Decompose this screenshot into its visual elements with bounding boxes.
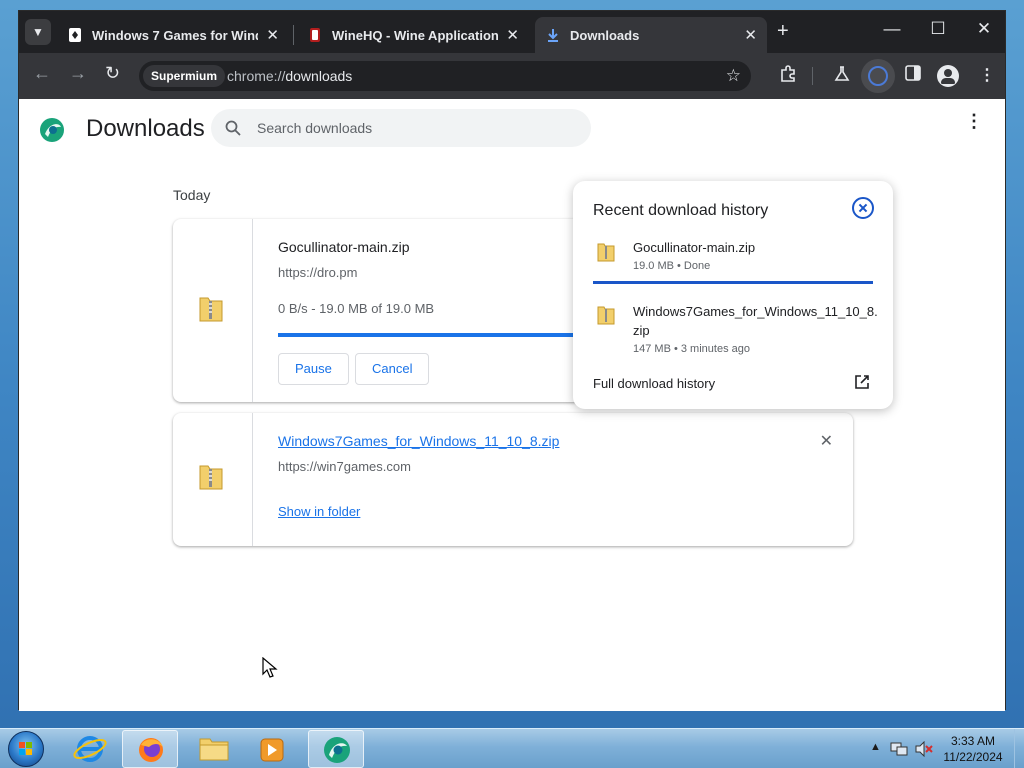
tab-windows7games[interactable]: Windows 7 Games for Windows 11 ✕ [57,17,289,53]
browser-toolbar: ← → ↻ Supermium chrome://downloads ☆ ⋮ [19,53,1005,99]
maximize-button[interactable]: ☐ [915,19,961,39]
zip-folder-icon [597,306,615,325]
zip-folder-icon [199,465,223,490]
card-icon-column [173,413,253,546]
zip-folder-icon [199,297,223,322]
clock-time: 3:33 AM [950,734,996,748]
forward-arrow-icon[interactable]: → [69,63,87,84]
taskbar-clock[interactable]: 3:33 AM 11/22/2024 [938,733,1008,765]
tab-label: Windows 7 Games for Windows 11 [92,27,258,43]
clock-date: 11/22/2024 [943,750,1003,764]
taskbar-internet-explorer[interactable] [62,730,118,768]
tab-divider [293,25,294,45]
download-source-url: https://win7games.com [278,459,411,474]
menu-kebab-icon[interactable]: ⋮ [979,65,995,85]
url-text[interactable]: chrome://downloads [227,68,352,84]
tab-downloads[interactable]: Downloads ✕ [535,17,767,53]
taskbar-firefox[interactable] [122,730,178,768]
wine-icon [307,27,323,43]
date-heading: Today [173,187,211,203]
flask-icon[interactable] [833,65,851,88]
page-menu-kebab-icon[interactable]: ⋮ [965,112,983,130]
taskbar-media-player[interactable] [244,730,300,768]
download-filename-link[interactable]: Windows7Games_for_Windows_11_10_8.zip [278,433,559,449]
windows-logo-icon [19,742,32,755]
supermium-icon [324,737,350,763]
download-status: 0 B/s - 19.0 MB of 19.0 MB [278,301,435,316]
tab-strip: ▼ Windows 7 Games for Windows 11 ✕ WineH… [19,11,1005,53]
back-arrow-icon[interactable]: ← [33,63,51,84]
folder-icon [199,738,229,761]
internet-explorer-icon [73,736,107,762]
bookmark-star-icon[interactable]: ☆ [726,66,741,86]
show-desktop-button[interactable] [1014,729,1024,768]
media-player-icon [260,738,284,762]
tab-search-button[interactable]: ▼ [25,19,51,45]
supermium-logo-icon [40,118,64,142]
browser-name-chip[interactable]: Supermium [143,65,226,87]
extensions-icon[interactable] [779,65,797,88]
download-history-popup: Recent download history Gocullinator-mai… [573,181,893,409]
download-card: Windows7Games_for_Windows_11_10_8.zip ht… [173,413,853,546]
search-input[interactable] [257,118,557,138]
popup-item-meta: 19.0 MB • Done [633,260,711,272]
show-hidden-icons-chevron-icon[interactable]: ▲ [870,741,881,753]
popup-title: Recent download history [593,202,769,219]
toolbar-divider [812,67,813,85]
cancel-button[interactable]: Cancel [355,353,430,385]
full-download-history-link[interactable]: Full download history [593,376,715,391]
address-bar[interactable]: Supermium chrome://downloads ☆ [139,61,751,91]
search-downloads-box[interactable] [211,109,591,147]
popup-item-filename: Gocullinator-main.zip [633,240,756,255]
close-icon[interactable]: ✕ [266,26,279,44]
close-icon[interactable]: ✕ [506,26,519,44]
page-title: Downloads [86,115,205,142]
profile-avatar-icon[interactable] [937,65,959,87]
popup-item-meta: 147 MB • 3 minutes ago [633,343,750,355]
card-icon-column [173,219,253,402]
cards-icon [67,27,83,43]
tab-label: WineHQ - Wine Application Database [332,27,499,43]
downloads-page: Downloads ⋮ Today Gocullinator-main.zip … [19,99,1005,711]
start-button[interactable] [8,731,44,767]
downloads-button[interactable] [861,59,895,93]
popup-item-filename: Windows7Games_for_Windows_11_10_8.zip [633,304,878,338]
mouse-cursor-icon [262,657,278,678]
remove-download-close-icon[interactable]: ✕ [820,431,833,451]
volume-muted-icon[interactable] [914,741,934,757]
tab-label: Downloads [570,27,640,43]
taskbar-file-explorer[interactable] [186,730,242,768]
firefox-icon [139,738,163,762]
search-icon [225,120,241,136]
download-icon [545,27,561,43]
zip-folder-icon [597,243,615,262]
pause-button[interactable]: Pause [278,353,349,385]
download-progress-ring-icon [868,66,888,86]
windows-taskbar: ▲ 3:33 AM 11/22/2024 [0,728,1024,768]
download-filename: Gocullinator-main.zip [278,239,410,255]
reload-icon[interactable]: ↻ [105,63,120,84]
network-icon[interactable] [890,741,908,757]
taskbar-supermium[interactable] [308,730,364,768]
chevron-down-icon: ▼ [32,25,44,39]
popup-progress-bar [593,281,873,284]
browser-window: ▼ Windows 7 Games for Windows 11 ✕ WineH… [18,10,1006,711]
new-tab-button[interactable]: + [777,20,789,43]
download-source-url: https://dro.pm [278,265,358,280]
close-window-button[interactable]: ✕ [961,19,1007,39]
side-panel-icon[interactable] [905,65,921,86]
tab-winehq[interactable]: WineHQ - Wine Application Database ✕ [297,17,529,53]
close-icon[interactable]: ✕ [744,26,757,44]
open-external-icon[interactable] [854,374,870,390]
close-popup-icon[interactable] [852,197,874,219]
show-in-folder-link[interactable]: Show in folder [278,504,360,519]
minimize-button[interactable]: — [869,19,915,39]
